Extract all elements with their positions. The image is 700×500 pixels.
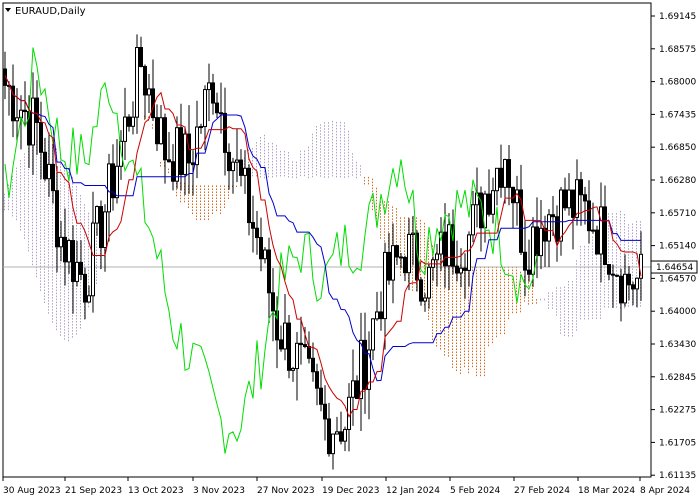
y-tick-label: 1.64570 bbox=[659, 274, 696, 284]
y-tick-label: 1.65140 bbox=[659, 242, 696, 252]
candle bbox=[175, 116, 179, 189]
x-tick-label: 3 Nov 2023 bbox=[193, 486, 245, 496]
x-tick-label: 19 Dec 2023 bbox=[322, 486, 380, 496]
y-tick-label: 1.68000 bbox=[659, 78, 696, 88]
y-tick-label: 1.61705 bbox=[659, 438, 696, 448]
y-tick-label: 1.65710 bbox=[659, 209, 696, 219]
x-tick-label: 8 Apr 2024 bbox=[640, 486, 690, 496]
symbol-title: EURAUD,Daily bbox=[15, 6, 86, 17]
current-price-label: 1.64654 bbox=[656, 263, 693, 273]
y-tick-label: 1.69145 bbox=[659, 12, 696, 22]
x-tick-label: 27 Feb 2024 bbox=[514, 486, 570, 496]
candle bbox=[419, 277, 423, 306]
y-tick-label: 1.62845 bbox=[659, 373, 696, 383]
candle bbox=[287, 314, 291, 379]
y-tick-label: 1.64000 bbox=[659, 307, 696, 317]
x-tick-label: 27 Nov 2023 bbox=[257, 486, 315, 496]
x-tick-label: 30 Aug 2023 bbox=[3, 486, 61, 496]
y-tick-label: 1.61135 bbox=[659, 471, 696, 481]
y-tick-label: 1.67435 bbox=[659, 110, 696, 120]
candle bbox=[615, 274, 619, 278]
x-tick-label: 18 Mar 2024 bbox=[578, 486, 635, 496]
x-tick-label: 21 Sep 2023 bbox=[65, 486, 122, 496]
y-tick-label: 1.66850 bbox=[659, 143, 696, 153]
x-tick-label: 12 Jan 2024 bbox=[386, 486, 440, 496]
current-price-tag: 1.64654 bbox=[650, 260, 698, 274]
price-chart[interactable]: 1.69145 1.68575 1.68000 1.67435 1.66850 1.662… bbox=[0, 0, 700, 500]
y-tick-label: 1.66280 bbox=[659, 176, 696, 186]
candle bbox=[595, 225, 599, 255]
y-tick-label: 1.68575 bbox=[659, 45, 696, 55]
x-tick-label: 13 Oct 2023 bbox=[128, 486, 184, 496]
x-tick-label: 5 Feb 2024 bbox=[450, 486, 501, 496]
y-tick-label: 1.63430 bbox=[659, 340, 696, 350]
y-tick-label: 1.62275 bbox=[659, 406, 696, 416]
